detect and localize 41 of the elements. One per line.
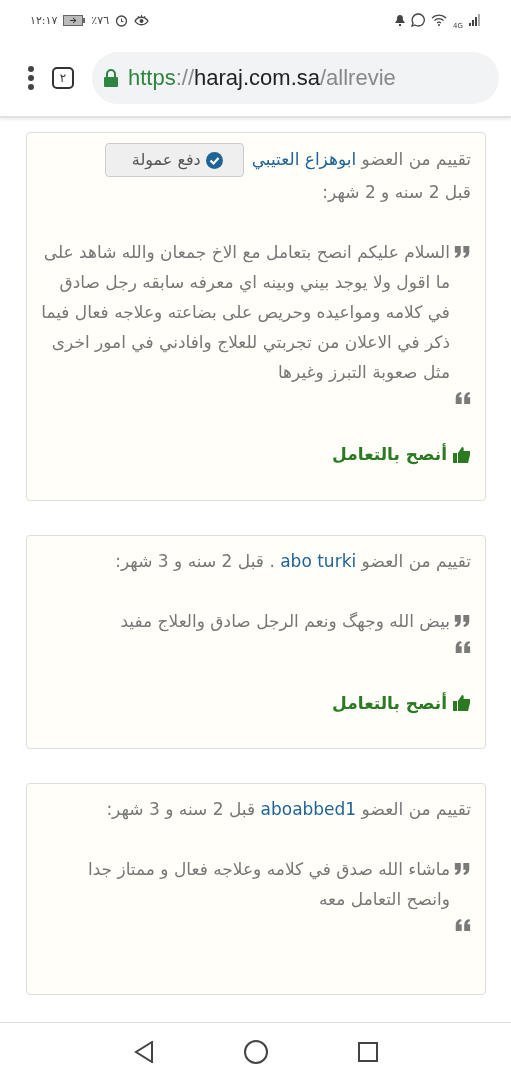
tab-count-button[interactable]: ٢ <box>52 67 74 89</box>
address-bar[interactable]: https://haraj.com.sa/allrevie <box>92 52 499 104</box>
review-prefix: تقييم من العضو <box>361 550 471 571</box>
review-prefix: تقييم من العضو <box>361 149 471 169</box>
member-link[interactable]: aboabbed1 <box>260 799 357 819</box>
menu-icon[interactable] <box>28 66 34 90</box>
open-quote-icon <box>454 613 471 628</box>
home-icon[interactable] <box>243 1040 268 1064</box>
close-quote-icon <box>454 639 471 654</box>
commission-badge: دفع عمولة <box>104 143 244 177</box>
close-quote-icon <box>454 391 471 405</box>
lock-icon <box>104 69 118 87</box>
thumbs-up-icon <box>453 445 471 463</box>
review-text: بيض الله وجهگ ونعم الرجل صادق والعلاج مفيد <box>120 609 450 634</box>
review-text: السلام عليكم انصح بتعامل مع الاخ جمعان والله شاهد على ما اقول ولا يوجد بيني وبينه اي معرفه سابقه رجل صادق في كلامه ومواعيده وحريص على بضاعته وعلاجه فعال فيما ذكر في الاعلان من تجربتي للعلاج وافادني في امور اخرى مثل صعوبة التبرز وغيرها <box>41 241 450 384</box>
review-date: قبل 2 سنه و 3 شهر: <box>106 799 256 819</box>
recommendation-label: أنصح بالتعامل <box>332 691 447 716</box>
member-link[interactable]: abo turki <box>280 550 357 571</box>
clock-time: ١٢:١٧ <box>30 13 58 27</box>
eye-icon <box>134 14 150 26</box>
review-date: . قبل 2 سنه و 3 شهر: <box>115 550 275 571</box>
wifi-icon <box>431 14 448 26</box>
recommendation-label: أنصح بالتعامل <box>332 442 447 467</box>
notification-bell-icon <box>395 14 406 26</box>
review-date: قبل 2 سنه و 2 شهر: <box>322 181 471 205</box>
close-quote-icon <box>454 918 471 932</box>
chat-bubble-icon <box>411 13 426 27</box>
recents-icon[interactable] <box>357 1042 378 1062</box>
check-circle-icon <box>205 151 223 169</box>
url-text: https://haraj.com.sa/allrevie <box>128 65 396 91</box>
open-quote-icon <box>454 245 471 259</box>
open-quote-icon <box>454 862 471 876</box>
battery-icon <box>63 14 86 26</box>
review-text: ماشاء الله صدق في كلامه وعلاجه فعال و ممتاز جدا وانصح التعامل معه <box>86 858 450 912</box>
battery-percent: ٪٧٦ <box>91 13 110 27</box>
review-prefix: تقييم من العضو <box>361 799 471 819</box>
back-icon[interactable] <box>133 1041 154 1063</box>
member-link[interactable]: ابوهزاع العتيبي <box>251 149 357 169</box>
alarm-clock-icon <box>115 13 129 27</box>
signal-icon <box>469 14 481 26</box>
thumbs-up-icon <box>453 694 471 711</box>
